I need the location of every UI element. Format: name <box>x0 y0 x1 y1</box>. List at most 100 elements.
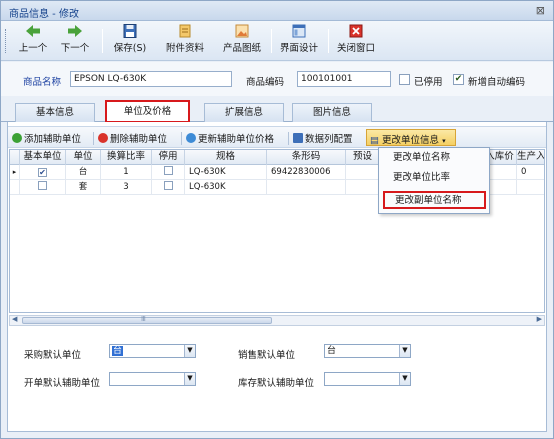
unit-cell[interactable]: 套 <box>66 180 101 195</box>
next-button[interactable]: 下一个 <box>57 24 93 58</box>
previous-label: 上一个 <box>18 43 48 54</box>
column-header[interactable]: 条形码 <box>267 150 346 165</box>
barcode-cell[interactable]: 69422830006 <box>267 165 346 180</box>
column-header[interactable]: 生产入 <box>517 150 544 165</box>
row-indicator <box>10 180 20 195</box>
chevron-down-icon[interactable]: ▼ <box>399 345 410 357</box>
close-icon[interactable]: ⊠ <box>536 4 545 17</box>
row-indicator-header <box>10 150 20 165</box>
column-config-label: 数据列配置 <box>305 134 353 145</box>
billing-default-aux-unit-label: 开单默认辅助单位 <box>24 378 101 389</box>
scroll-left-icon[interactable]: ◀ <box>12 315 17 323</box>
layout-design-label: 界面设计 <box>279 43 318 54</box>
basic-unit-cell <box>20 180 66 195</box>
disabled-cell <box>152 165 185 180</box>
save-icon <box>123 24 137 38</box>
horizontal-scrollbar[interactable]: ◀ Ⅲ ▶ <box>9 315 545 326</box>
update-aux-price-button[interactable]: 更新辅助单位价格 <box>186 131 274 145</box>
preset-cell[interactable] <box>346 180 380 195</box>
product-code-input[interactable]: 100101001 <box>297 71 391 87</box>
layout-icon <box>292 24 306 38</box>
billing-default-aux-unit-select[interactable]: ▼ <box>109 372 196 386</box>
tab-extended-info[interactable]: 扩展信息 <box>204 103 284 122</box>
change-unit-info-label: 更改单位信息 <box>382 135 440 146</box>
next-label: 下一个 <box>60 43 90 54</box>
sales-default-unit-label: 销售默认单位 <box>238 350 296 361</box>
picture-icon <box>235 24 249 38</box>
attachment-icon <box>179 24 191 38</box>
ratio-cell[interactable]: 1 <box>101 165 152 180</box>
auto-code-label: 新增自动编码 <box>468 77 526 88</box>
close-window-button[interactable]: 关闭窗口 <box>333 24 379 58</box>
chevron-down-icon[interactable]: ▼ <box>399 373 410 385</box>
purchase-default-unit-value: 台 <box>112 346 124 356</box>
arrow-right-icon <box>68 25 82 37</box>
spec-cell[interactable]: LQ-630K <box>185 165 267 180</box>
column-header[interactable]: 换算比率 <box>101 150 152 165</box>
column-header[interactable]: 规格 <box>185 150 267 165</box>
product-drawing-label: 产品图纸 <box>222 43 261 54</box>
tab-basic-info[interactable]: 基本信息 <box>15 103 95 122</box>
close-window-label: 关闭窗口 <box>336 43 375 54</box>
toolbar-separator <box>181 132 182 145</box>
toolbar-separator <box>102 29 103 53</box>
column-header[interactable]: 基本单位 <box>20 150 66 165</box>
unit-info-icon: ▤ <box>370 135 379 146</box>
column-header[interactable]: 单位 <box>66 150 101 165</box>
chevron-down-icon[interactable]: ▼ <box>184 373 195 385</box>
column-header[interactable]: 停用 <box>152 150 185 165</box>
add-aux-unit-label: 添加辅助单位 <box>24 134 82 145</box>
layout-design-button[interactable]: 界面设计 <box>276 24 322 58</box>
unit-cell[interactable]: 台 <box>66 165 101 180</box>
change-unit-info-menu: 更改单位名称 更改单位比率 更改副单位名称 <box>378 147 490 214</box>
tab-strip: 基本信息 单位及价格 扩展信息 图片信息 <box>1 98 553 123</box>
scroll-right-icon[interactable]: ▶ <box>537 315 542 323</box>
arrow-left-icon <box>26 25 40 37</box>
save-button[interactable]: 保存(S) <box>109 24 151 58</box>
disabled-row-checkbox[interactable] <box>163 166 173 175</box>
ratio-cell[interactable]: 3 <box>101 180 152 195</box>
columns-icon <box>293 133 303 143</box>
product-name-input[interactable]: EPSON LQ-630K <box>70 71 232 87</box>
column-header[interactable]: 预设 <box>346 150 380 165</box>
window-title: 商品信息 - 修改 <box>9 9 79 20</box>
refresh-icon <box>186 133 196 143</box>
auto-code-checkbox[interactable]: ✔ <box>453 74 464 85</box>
purchase-default-unit-select[interactable]: 台 ▼ <box>109 344 196 358</box>
stock-default-aux-unit-select[interactable]: ▼ <box>324 372 411 386</box>
production-cell[interactable] <box>517 180 544 195</box>
production-cell[interactable]: 0 <box>517 165 544 180</box>
toolbar-separator <box>93 132 94 145</box>
attachment-button[interactable]: 附件资料 <box>162 24 208 58</box>
menu-item-change-unit-name[interactable]: 更改单位名称 <box>383 150 486 168</box>
delete-icon <box>98 133 108 143</box>
disabled-checkbox[interactable] <box>399 74 410 85</box>
menu-item-change-unit-ratio[interactable]: 更改单位比率 <box>383 170 486 188</box>
column-config-button[interactable]: 数据列配置 <box>293 131 353 145</box>
disabled-row-checkbox[interactable] <box>163 181 173 190</box>
spec-cell[interactable]: LQ-630K <box>185 180 267 195</box>
preset-cell[interactable] <box>346 165 380 180</box>
chevron-down-icon[interactable]: ▼ <box>184 345 195 357</box>
menu-item-change-aux-unit-name[interactable]: 更改副单位名称 <box>383 191 486 209</box>
scrollbar-thumb[interactable]: Ⅲ <box>22 315 272 324</box>
attachment-label: 附件资料 <box>165 43 204 54</box>
save-label: 保存(S) <box>113 43 147 54</box>
product-drawing-button[interactable]: 产品图纸 <box>219 24 265 58</box>
basic-unit-checkbox[interactable]: ✔ <box>38 168 47 177</box>
previous-button[interactable]: 上一个 <box>15 24 51 58</box>
toolbar-separator <box>271 29 272 53</box>
tab-unit-price[interactable]: 单位及价格 <box>105 100 190 123</box>
add-aux-unit-button[interactable]: 添加辅助单位 <box>12 131 81 145</box>
basic-unit-checkbox[interactable] <box>38 181 47 190</box>
unit-toolbar: 添加辅助单位 删除辅助单位 更新辅助单位价格 数据列配置 ▤ 更改单位信息 ▾ <box>8 126 546 148</box>
tab-image-info[interactable]: 图片信息 <box>292 103 372 122</box>
barcode-cell[interactable] <box>267 180 346 195</box>
delete-aux-unit-label: 删除辅助单位 <box>110 134 168 145</box>
delete-aux-unit-button[interactable]: 删除辅助单位 <box>98 131 167 145</box>
sales-default-unit-value: 台 <box>327 346 337 356</box>
sales-default-unit-select[interactable]: 台 ▼ <box>324 344 411 358</box>
change-unit-info-button[interactable]: ▤ 更改单位信息 ▾ <box>366 129 456 146</box>
disabled-cell <box>152 180 185 195</box>
product-code-label: 商品编码 <box>246 77 285 88</box>
